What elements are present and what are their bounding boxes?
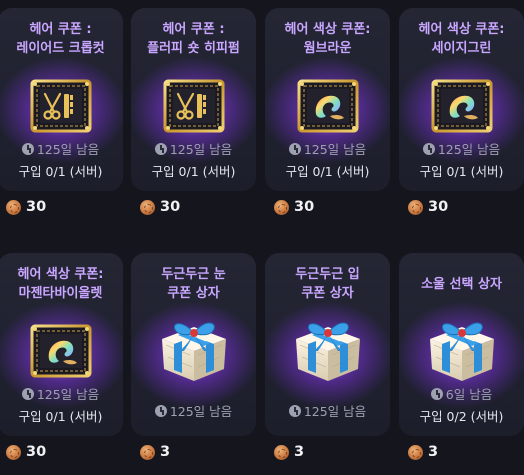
item-title: 헤어 색상 쿠폰: 마젠타바이올렛: [17, 267, 104, 301]
time-remaining: 125일 남음: [265, 139, 390, 158]
clock-icon: [154, 404, 167, 417]
scissors-comb-coupon-icon: [29, 78, 93, 134]
coin-icon: [408, 199, 423, 215]
shop-item-card[interactable]: 소울 선택 상자 6일 남음 구입 0/2 (서버): [399, 253, 524, 436]
shop-item-card[interactable]: 두근두근 입 쿠폰 상자 125일 남음: [265, 253, 390, 436]
clock-icon: [21, 387, 34, 400]
scissors-comb-coupon-icon: [162, 78, 226, 134]
coin-icon: [408, 444, 423, 460]
shop-item-card[interactable]: 헤어 색상 쿠폰: 세이지그린 125일 남음 구입 0/1 (서버): [399, 8, 524, 191]
purchase-limit: 구입 0/1 (서버): [18, 409, 103, 424]
clock-icon: [21, 142, 34, 155]
coin-icon: [140, 199, 155, 215]
shop-item-card[interactable]: 헤어 색상 쿠폰: 마젠타바이올렛 125일 남음 구입 0/1 (서버): [0, 253, 123, 436]
item-price: 3: [140, 444, 170, 460]
coin-icon: [274, 444, 289, 460]
item-price: 30: [6, 199, 46, 215]
item-price: 30: [274, 199, 314, 215]
hair-color-coupon-icon: [430, 78, 494, 134]
purchase-limit: 구입 0/1 (서버): [18, 164, 103, 179]
coin-icon: [6, 444, 21, 460]
time-remaining: 125일 남음: [265, 401, 390, 420]
item-title: 헤어 쿠폰 : 레이어드 크롭컷: [16, 22, 105, 56]
time-remaining: 6일 남음: [399, 384, 524, 403]
coin-icon: [6, 199, 21, 215]
clock-icon: [288, 142, 301, 155]
purchase-limit: 구입 0/1 (서버): [285, 164, 370, 179]
item-price: 30: [408, 199, 448, 215]
clock-icon: [154, 142, 167, 155]
item-price: 3: [408, 444, 438, 460]
item-title: 두근두근 입 쿠폰 상자: [295, 267, 360, 301]
clock-icon: [288, 404, 301, 417]
item-price: 30: [140, 199, 180, 215]
time-remaining: 125일 남음: [399, 139, 524, 158]
time-remaining: 125일 남음: [131, 139, 256, 158]
shop-item-card[interactable]: 헤어 쿠폰 : 플러피 숏 히피펌 125일 남음 구입 0/1 (서버): [131, 8, 256, 191]
shop-item-card[interactable]: 헤어 쿠폰 : 레이어드 크롭컷 125일 남음 구입 0/1 (서버): [0, 8, 123, 191]
purchase-limit: 구입 0/2 (서버): [419, 409, 504, 424]
item-price: 30: [6, 444, 46, 460]
item-title: 헤어 색상 쿠폰: 웜브라운: [284, 22, 371, 56]
purchase-limit: 구입 0/1 (서버): [419, 164, 504, 179]
hair-color-coupon-icon: [29, 323, 93, 379]
clock-icon: [430, 387, 443, 400]
clock-icon: [422, 142, 435, 155]
purchase-limit: 구입 0/1 (서버): [151, 164, 236, 179]
item-title: 소울 선택 상자: [421, 277, 502, 292]
time-remaining: 125일 남음: [0, 139, 123, 158]
gift-box-icon: [288, 305, 368, 385]
shop-item-card[interactable]: 두근두근 눈 쿠폰 상자 125일 남음: [131, 253, 256, 436]
gift-box-icon: [154, 305, 234, 385]
coin-icon: [274, 199, 289, 215]
item-title: 헤어 쿠폰 : 플러피 숏 히피펌: [147, 22, 240, 56]
item-title: 헤어 색상 쿠폰: 세이지그린: [418, 22, 505, 56]
item-price: 3: [274, 444, 304, 460]
time-remaining: 125일 남음: [131, 401, 256, 420]
shop-item-card[interactable]: 헤어 색상 쿠폰: 웜브라운 125일 남음 구입 0/1 (서버): [265, 8, 390, 191]
time-remaining: 125일 남음: [0, 384, 123, 403]
item-title: 두근두근 눈 쿠폰 상자: [161, 267, 226, 301]
coin-icon: [140, 444, 155, 460]
gift-box-icon: [422, 305, 502, 385]
hair-color-coupon-icon: [296, 78, 360, 134]
